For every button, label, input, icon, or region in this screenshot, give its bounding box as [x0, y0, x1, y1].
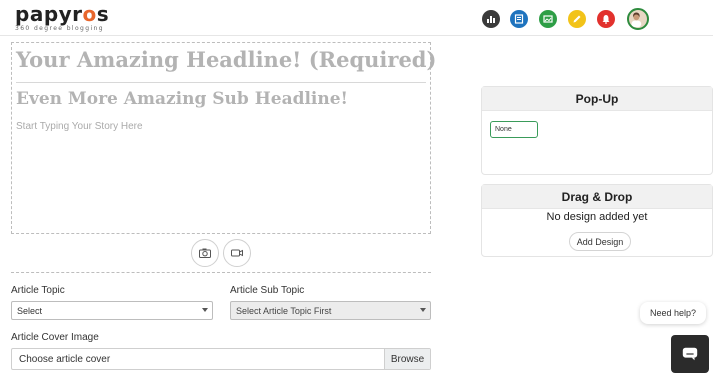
notification-bell-icon[interactable] — [597, 10, 615, 28]
popup-select[interactable]: None — [490, 121, 538, 138]
article-subtopic-select[interactable]: Select Article Topic First — [230, 301, 431, 320]
need-help-bubble[interactable]: Need help? — [640, 302, 706, 324]
article-topic-select[interactable]: Select — [11, 301, 213, 320]
browse-button[interactable]: Browse — [384, 349, 430, 369]
add-video-button[interactable] — [223, 239, 251, 267]
article-icon[interactable] — [510, 10, 528, 28]
cover-image-label: Article Cover Image — [11, 332, 99, 343]
papyrus-logo[interactable]: papyros 360 degree blogging — [15, 4, 109, 32]
drag-drop-panel: Drag & Drop No design added yet Add Desi… — [481, 184, 713, 257]
add-design-button[interactable]: Add Design — [569, 232, 631, 251]
drag-drop-panel-title: Drag & Drop — [482, 185, 712, 209]
story-editor[interactable]: Your Amazing Headline! (Required) Even M… — [11, 42, 436, 234]
subheadline-input[interactable]: Even More Amazing Sub Headline! — [16, 89, 348, 109]
article-subtopic-value: Select Article Topic First — [236, 306, 332, 316]
section-divider — [11, 272, 431, 273]
logo-tagline: 360 degree blogging — [15, 25, 104, 32]
stats-icon[interactable] — [482, 10, 500, 28]
chevron-down-icon — [420, 308, 426, 312]
article-topic-label: Article Topic — [11, 285, 65, 296]
cover-image-input[interactable]: Choose article cover Browse — [11, 348, 431, 370]
headline-input[interactable]: Your Amazing Headline! (Required) — [16, 47, 436, 72]
cover-image-placeholder: Choose article cover — [19, 354, 111, 365]
headline-divider — [16, 82, 426, 83]
logo-wordmark: papyros — [15, 2, 110, 26]
chat-launcher-button[interactable] — [671, 335, 709, 373]
popup-panel: Pop-Up None — [481, 86, 713, 175]
camera-icon — [199, 248, 211, 258]
popup-panel-title: Pop-Up — [482, 87, 712, 111]
no-design-text: No design added yet — [546, 211, 648, 223]
user-avatar[interactable] — [627, 8, 649, 30]
chevron-down-icon — [202, 308, 208, 312]
add-photo-button[interactable] — [191, 239, 219, 267]
edit-icon[interactable] — [568, 10, 586, 28]
chat-icon — [682, 347, 698, 361]
article-topic-value: Select — [17, 306, 43, 316]
gallery-icon[interactable] — [539, 10, 557, 28]
video-camera-icon — [231, 249, 243, 257]
story-body-input[interactable]: Start Typing Your Story Here — [16, 121, 143, 132]
top-header: papyros 360 degree blogging — [0, 0, 713, 36]
article-subtopic-label: Article Sub Topic — [230, 285, 305, 296]
